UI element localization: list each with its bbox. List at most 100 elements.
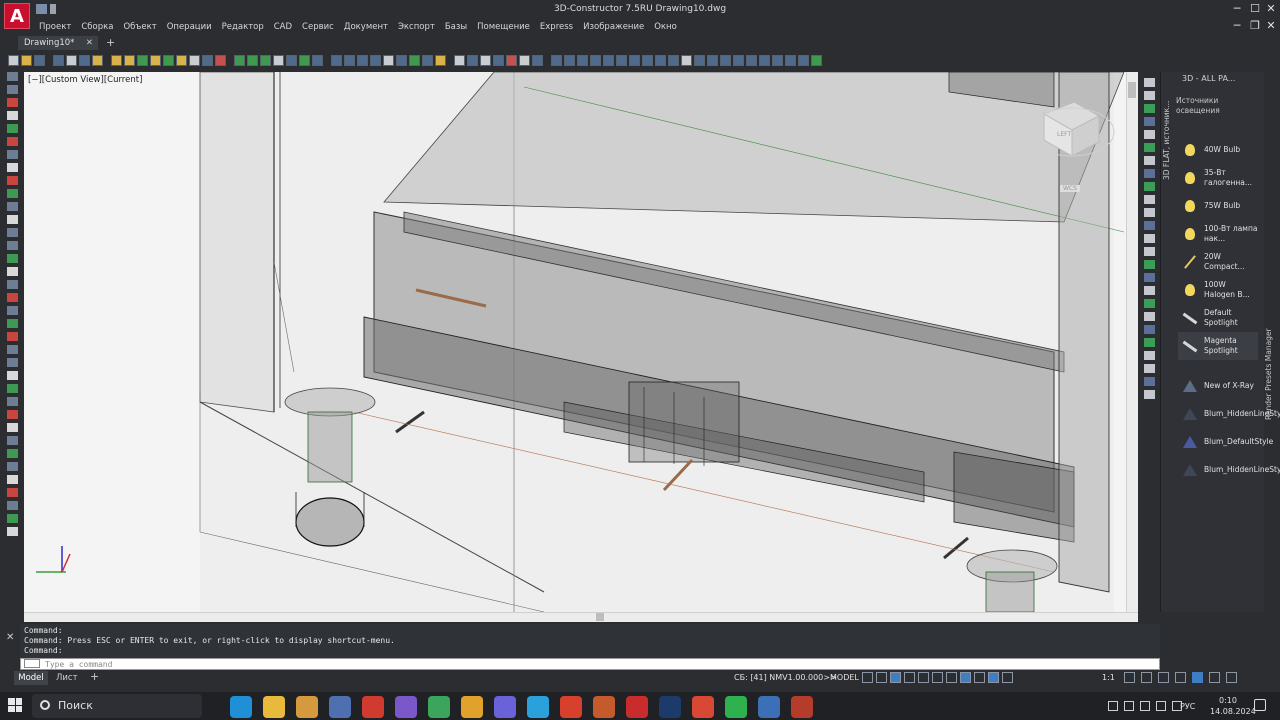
cabinet-icon[interactable] <box>124 54 135 66</box>
shaded-icon[interactable] <box>707 54 718 66</box>
explorer-icon[interactable] <box>263 696 285 718</box>
menu-item-document[interactable]: Документ <box>339 20 393 34</box>
box-icon[interactable] <box>137 54 148 66</box>
drawer-icon[interactable] <box>150 54 161 66</box>
print-icon[interactable] <box>53 54 64 66</box>
camera-icon[interactable] <box>772 54 783 66</box>
lineweight-icon[interactable] <box>946 672 957 683</box>
model-space-toggle[interactable]: MODEL <box>830 673 859 682</box>
tool-icon[interactable] <box>1143 338 1155 347</box>
orbit-icon[interactable] <box>331 54 342 66</box>
view-back-icon[interactable] <box>616 54 627 66</box>
tool-icon[interactable] <box>6 514 18 523</box>
edit-icon[interactable] <box>435 54 446 66</box>
save-icon[interactable] <box>34 54 45 66</box>
xray-icon[interactable] <box>733 54 744 66</box>
media-icon[interactable] <box>296 696 318 718</box>
isolate-icon[interactable] <box>1158 672 1169 683</box>
doc-minimize-button[interactable]: ─ <box>1228 19 1246 33</box>
tool-icon[interactable] <box>1143 312 1155 321</box>
panel-icon[interactable] <box>111 54 122 66</box>
view-nw-icon[interactable] <box>668 54 679 66</box>
zoom-extents-icon[interactable] <box>383 54 394 66</box>
palette-item-magenta-spotlight[interactable]: Magenta Spotlight <box>1178 332 1258 360</box>
menu-item-room[interactable]: Помещение <box>472 20 535 34</box>
clock[interactable]: 0:10 14.08.2024 <box>1210 695 1256 717</box>
tool-icon[interactable] <box>6 371 18 380</box>
tool-icon[interactable] <box>6 202 18 211</box>
view-top-icon[interactable] <box>551 54 562 66</box>
horizontal-scroll-thumb[interactable] <box>596 613 604 621</box>
remote-icon[interactable] <box>758 696 780 718</box>
tool-icon[interactable] <box>6 137 18 146</box>
menu-item-assembly[interactable]: Сборка <box>76 20 118 34</box>
whatsapp-icon[interactable] <box>725 696 747 718</box>
tool-icon[interactable] <box>1143 91 1155 100</box>
facade-icon[interactable] <box>189 54 200 66</box>
palette-title[interactable]: 3D - ALL PA... <box>1182 74 1235 83</box>
zoom-icon[interactable] <box>357 54 368 66</box>
minimize-button[interactable]: ─ <box>1228 2 1246 16</box>
network-icon[interactable] <box>1124 701 1134 711</box>
palette-item-75w-bulb[interactable]: 75W Bulb <box>1178 192 1258 220</box>
viewport-label[interactable]: [−][Custom View][Current] <box>28 75 142 85</box>
tool-icon[interactable] <box>1143 156 1155 165</box>
selection-cycle-icon[interactable] <box>960 672 971 683</box>
command-input[interactable]: Type a command <box>20 658 1160 670</box>
horizontal-scrollbar[interactable] <box>24 612 1138 622</box>
wireframe-icon[interactable] <box>681 54 692 66</box>
view-se-icon[interactable] <box>642 54 653 66</box>
tab-model[interactable]: Model <box>14 671 48 685</box>
tool-icon[interactable] <box>6 150 18 159</box>
edge-icon[interactable] <box>230 696 252 718</box>
drawing-viewport[interactable] <box>24 72 1138 612</box>
calculator-icon[interactable] <box>329 696 351 718</box>
polar-icon[interactable] <box>904 672 915 683</box>
tool-icon[interactable] <box>6 111 18 120</box>
anydesk-icon[interactable] <box>560 696 582 718</box>
tool-icon[interactable] <box>6 358 18 367</box>
spec-icon[interactable] <box>454 54 465 66</box>
menu-icon[interactable] <box>1226 672 1237 683</box>
realistic-icon[interactable] <box>720 54 731 66</box>
wcs-menu[interactable]: WCS <box>1060 185 1080 192</box>
palette-item-xray-style[interactable]: New of X-Ray <box>1178 372 1258 400</box>
palette-item-100w-halogen[interactable]: 100W Halogen B... <box>1178 276 1258 304</box>
menu-item-image[interactable]: Изображение <box>578 20 649 34</box>
tool-icon[interactable] <box>1143 390 1155 399</box>
taskbar-search[interactable]: Поиск <box>32 694 202 718</box>
tool-icon[interactable] <box>6 436 18 445</box>
tool-icon[interactable] <box>6 449 18 458</box>
autocad-icon[interactable] <box>791 696 813 718</box>
tool-icon[interactable] <box>6 332 18 341</box>
photoshop-icon[interactable] <box>659 696 681 718</box>
export-icon[interactable] <box>79 54 90 66</box>
telegram-icon[interactable] <box>527 696 549 718</box>
tool-icon[interactable] <box>1143 169 1155 178</box>
preview-icon[interactable] <box>66 54 77 66</box>
tab-close-icon[interactable]: ✕ <box>86 36 93 50</box>
tool-icon[interactable] <box>6 72 18 81</box>
mirror-icon[interactable] <box>273 54 284 66</box>
menu-item-window[interactable]: Окно <box>649 20 682 34</box>
tool-icon[interactable] <box>1143 143 1155 152</box>
vertical-scroll-thumb[interactable] <box>1128 82 1136 98</box>
grid-icon[interactable] <box>862 672 873 683</box>
tool-icon[interactable] <box>6 280 18 289</box>
workspace-icon[interactable] <box>1002 672 1013 683</box>
app-settings-icon[interactable] <box>593 696 615 718</box>
tool-icon[interactable] <box>6 163 18 172</box>
door-icon[interactable] <box>176 54 187 66</box>
tool-icon[interactable] <box>1143 260 1155 269</box>
language-indicator[interactable]: РУС <box>1180 702 1195 711</box>
tool-icon[interactable] <box>6 254 18 263</box>
rotate-icon[interactable] <box>260 54 271 66</box>
view-right-icon[interactable] <box>590 54 601 66</box>
tool-icon[interactable] <box>1143 325 1155 334</box>
menu-item-editor[interactable]: Редактор <box>217 20 269 34</box>
ortho-icon[interactable] <box>890 672 901 683</box>
menu-item-export[interactable]: Экспорт <box>393 20 440 34</box>
plus-icon[interactable] <box>1141 672 1152 683</box>
vertical-scrollbar[interactable] <box>1126 72 1138 612</box>
palette-tab-label[interactable]: 3D FLAT, источник... <box>1162 80 1176 180</box>
